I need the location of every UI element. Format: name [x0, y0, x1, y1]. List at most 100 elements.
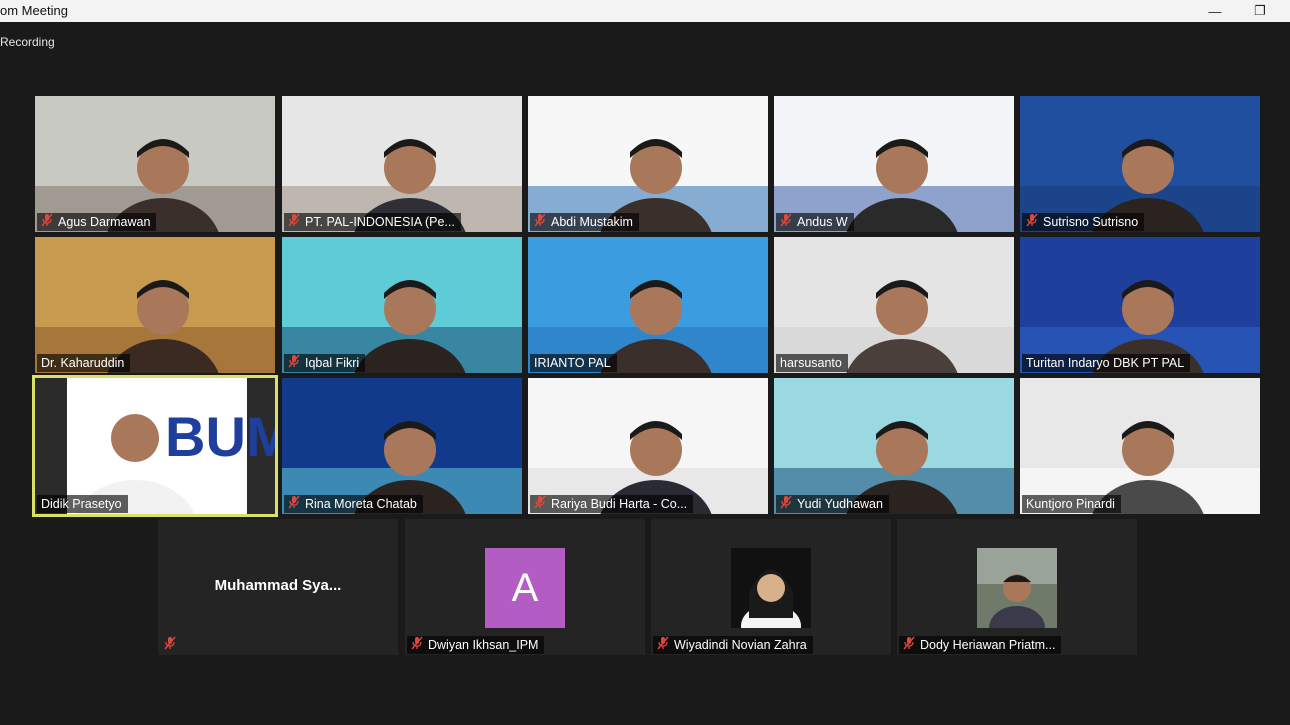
participant-name-label: harsusanto	[776, 354, 848, 372]
participant-name-label: Didik Prasetyo	[37, 495, 128, 513]
participant-name-label	[160, 636, 187, 654]
svg-text:BUMN: BUMN	[165, 405, 275, 468]
mic-muted-icon	[534, 495, 551, 514]
participant-tile[interactable]: IRIANTO PAL	[528, 237, 768, 373]
mic-muted-icon	[41, 213, 58, 232]
participant-tile[interactable]: Dr. Kaharuddin	[35, 237, 275, 373]
participant-name: Abdi Mustakim	[551, 215, 633, 229]
participant-tile[interactable]: Sutrisno Sutrisno	[1020, 96, 1260, 232]
participant-name: Turitan Indaryo DBK PT PAL	[1026, 356, 1185, 370]
participant-name: Dr. Kaharuddin	[41, 356, 125, 370]
recording-indicator: Recording	[0, 35, 55, 49]
participant-name-label: Dr. Kaharuddin	[37, 354, 131, 372]
mic-muted-icon	[411, 636, 428, 655]
participant-tile[interactable]: Yudi Yudhawan	[774, 378, 1014, 514]
participant-tile[interactable]: Dody Heriawan Priatm...	[897, 519, 1137, 655]
window-title: om Meeting	[0, 3, 68, 18]
video-feed	[774, 378, 1014, 514]
video-feed	[282, 96, 522, 232]
participant-name: Dwiyan Ikhsan_IPM	[428, 638, 539, 652]
video-feed	[35, 96, 275, 232]
minimize-icon[interactable]: —	[1200, 0, 1230, 22]
mic-muted-icon	[288, 213, 305, 232]
mic-muted-icon	[1026, 213, 1038, 226]
video-feed	[282, 237, 522, 373]
participant-tile[interactable]: BUMN Didik Prasetyo	[32, 375, 278, 517]
participant-name-label: Dody Heriawan Priatm...	[899, 636, 1062, 655]
participant-tile[interactable]: Wiyadindi Novian Zahra	[651, 519, 891, 655]
mic-muted-icon	[288, 354, 305, 373]
video-feed: BUMN	[35, 378, 275, 514]
participant-tile[interactable]: Muhammad Sya...	[158, 519, 398, 655]
participant-name-label: Turitan Indaryo DBK PT PAL	[1022, 354, 1191, 372]
video-feed	[774, 96, 1014, 232]
video-feed	[528, 96, 768, 232]
participant-display-name: Muhammad Sya...	[214, 577, 342, 594]
video-feed	[1020, 237, 1260, 373]
participant-name: IRIANTO PAL	[534, 356, 611, 370]
participant-tile[interactable]: A Dwiyan Ikhsan_IPM	[405, 519, 645, 655]
mic-muted-icon	[411, 636, 423, 649]
avatar: A	[485, 548, 565, 628]
video-feed	[528, 237, 768, 373]
participant-name: Didik Prasetyo	[41, 497, 122, 511]
video-feed	[774, 237, 1014, 373]
participant-tile[interactable]: Rina Moreta Chatab	[282, 378, 522, 514]
title-bar: om Meeting — ❐	[0, 0, 1290, 22]
video-feed	[35, 237, 275, 373]
mic-muted-icon	[164, 636, 181, 655]
participant-name: Wiyadindi Novian Zahra	[674, 638, 807, 652]
participant-tile[interactable]: Rariya Budi Harta - Co...	[528, 378, 768, 514]
participant-tile[interactable]: Abdi Mustakim	[528, 96, 768, 232]
mic-muted-icon	[534, 213, 551, 232]
mic-muted-icon	[41, 213, 53, 226]
participant-name-label: Iqbal Fikri	[284, 354, 366, 373]
participant-tile[interactable]: Iqbal Fikri	[282, 237, 522, 373]
participant-tile[interactable]: harsusanto	[774, 237, 1014, 373]
mic-muted-icon	[780, 495, 792, 508]
restore-icon[interactable]: ❐	[1245, 0, 1275, 22]
participant-name: Sutrisno Sutrisno	[1043, 215, 1139, 229]
mic-muted-icon	[780, 213, 797, 232]
participant-name-label: IRIANTO PAL	[530, 354, 617, 372]
video-feed	[1020, 378, 1260, 514]
mic-muted-icon	[288, 495, 305, 514]
profile-photo	[731, 548, 811, 628]
participant-name-label: Abdi Mustakim	[530, 213, 639, 231]
participant-name-label: Sutrisno Sutrisno	[1022, 213, 1145, 232]
mic-muted-icon	[780, 213, 792, 226]
participant-name-label: Kuntjoro Pinardi	[1022, 495, 1121, 513]
participant-name-label: Andus W	[776, 213, 854, 231]
mic-muted-icon	[164, 636, 176, 649]
participant-name: Kuntjoro Pinardi	[1026, 497, 1115, 511]
participant-name: Andus W	[797, 215, 848, 229]
participant-name: Agus Darmawan	[58, 215, 151, 229]
mic-muted-icon	[903, 636, 920, 655]
participant-tile[interactable]: Turitan Indaryo DBK PT PAL	[1020, 237, 1260, 373]
participant-tile[interactable]: Agus Darmawan	[35, 96, 275, 232]
participant-tile[interactable]: PT. PAL-INDONESIA (Pe...	[282, 96, 522, 232]
video-feed	[528, 378, 768, 514]
participant-tile[interactable]: Andus W	[774, 96, 1014, 232]
profile-photo	[977, 548, 1057, 628]
mic-muted-icon	[288, 213, 300, 226]
mic-muted-icon	[657, 636, 669, 649]
participant-name-label: PT. PAL-INDONESIA (Pe...	[284, 213, 461, 231]
participant-name: Iqbal Fikri	[305, 356, 360, 370]
participant-name-label: Yudi Yudhawan	[776, 495, 889, 513]
participant-name: Rina Moreta Chatab	[305, 497, 417, 511]
mic-muted-icon	[288, 354, 300, 367]
participant-name: PT. PAL-INDONESIA (Pe...	[305, 215, 455, 229]
participant-name: Yudi Yudhawan	[797, 497, 883, 511]
mic-muted-icon	[1026, 213, 1043, 232]
participant-tile[interactable]: Kuntjoro Pinardi	[1020, 378, 1260, 514]
participant-name-label: Wiyadindi Novian Zahra	[653, 636, 813, 654]
mic-muted-icon	[903, 636, 915, 649]
mic-muted-icon	[534, 213, 546, 226]
mic-muted-icon	[534, 495, 546, 508]
participant-name-label: Rina Moreta Chatab	[284, 495, 423, 513]
participant-name: Rariya Budi Harta - Co...	[551, 497, 688, 511]
mic-muted-icon	[657, 636, 674, 655]
participant-name-label: Agus Darmawan	[37, 213, 157, 232]
video-feed	[282, 378, 522, 514]
